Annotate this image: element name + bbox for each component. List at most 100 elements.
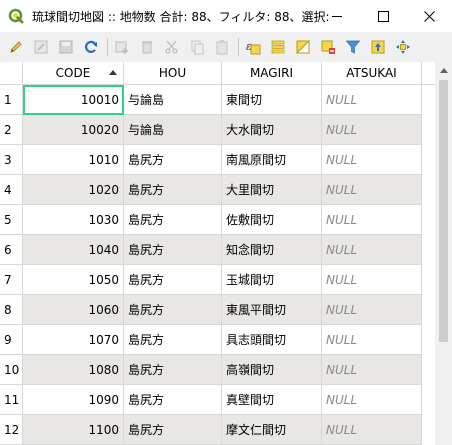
- cell-hou[interactable]: 島尻方: [124, 175, 222, 205]
- row-number[interactable]: 1: [0, 85, 23, 115]
- table-row[interactable]: 7 1050 島尻方 玉城間切 NULL: [0, 265, 452, 295]
- cell-code[interactable]: 1040: [23, 235, 124, 265]
- cell-hou[interactable]: 与論島: [124, 115, 222, 145]
- row-number[interactable]: 11: [0, 385, 23, 415]
- cell-magiri[interactable]: 真壁間切: [222, 385, 322, 415]
- cell-magiri[interactable]: 東間切: [222, 85, 322, 115]
- column-header-atsukai[interactable]: ATSUKAI: [322, 62, 422, 84]
- cell-magiri[interactable]: 大里間切: [222, 175, 322, 205]
- invert-selection-button[interactable]: [293, 37, 313, 57]
- table-row[interactable]: 10 1080 島尻方 高嶺間切 NULL: [0, 355, 452, 385]
- cell-hou[interactable]: 与論島: [124, 85, 222, 115]
- cell-code[interactable]: 1090: [23, 385, 124, 415]
- row-number[interactable]: 8: [0, 295, 23, 325]
- row-number[interactable]: 7: [0, 265, 23, 295]
- cell-hou[interactable]: 島尻方: [124, 235, 222, 265]
- cell-magiri[interactable]: 佐敷間切: [222, 205, 322, 235]
- cell-hou[interactable]: 島尻方: [124, 145, 222, 175]
- reload-button[interactable]: [81, 37, 101, 57]
- row-number[interactable]: 2: [0, 115, 23, 145]
- move-selection-to-top-button[interactable]: [368, 37, 388, 57]
- cell-code[interactable]: 10010: [23, 85, 124, 115]
- maximize-button[interactable]: [360, 0, 406, 32]
- save-edits-button[interactable]: [56, 37, 76, 57]
- cell-atsukai[interactable]: NULL: [322, 175, 422, 205]
- table-row[interactable]: 4 1020 島尻方 大里間切 NULL: [0, 175, 452, 205]
- row-number[interactable]: 6: [0, 235, 23, 265]
- delete-feature-button[interactable]: [137, 37, 157, 57]
- cell-magiri[interactable]: 摩文仁間切: [222, 415, 322, 445]
- cell-hou[interactable]: 島尻方: [124, 385, 222, 415]
- cell-hou[interactable]: 島尻方: [124, 205, 222, 235]
- minimize-button[interactable]: [314, 0, 360, 32]
- cell-hou[interactable]: 島尻方: [124, 295, 222, 325]
- cell-magiri[interactable]: 知念間切: [222, 235, 322, 265]
- cell-atsukai[interactable]: NULL: [322, 325, 422, 355]
- title-bar[interactable]: 琉球間切地図 :: 地物数 合計: 88、フィルタ: 88、選択: 0: [0, 0, 452, 32]
- cell-hou[interactable]: 島尻方: [124, 265, 222, 295]
- cell-code[interactable]: 1070: [23, 325, 124, 355]
- row-number[interactable]: 4: [0, 175, 23, 205]
- cell-code[interactable]: 1020: [23, 175, 124, 205]
- attribute-table[interactable]: CODE HOU MAGIRI ATSUKAI 1 10010 与論島 東間切 …: [0, 62, 452, 445]
- add-feature-button[interactable]: [112, 37, 132, 57]
- cell-magiri[interactable]: 大水間切: [222, 115, 322, 145]
- cell-hou[interactable]: 島尻方: [124, 355, 222, 385]
- table-row[interactable]: 11 1090 島尻方 真壁間切 NULL: [0, 385, 452, 415]
- deselect-all-button[interactable]: [318, 37, 338, 57]
- cell-magiri[interactable]: 高嶺間切: [222, 355, 322, 385]
- pan-to-selection-button[interactable]: [393, 37, 413, 57]
- column-header-code[interactable]: CODE: [23, 62, 124, 84]
- column-header-magiri[interactable]: MAGIRI: [222, 62, 322, 84]
- corner-header[interactable]: [0, 62, 23, 84]
- table-row[interactable]: 12 1100 島尻方 摩文仁間切 NULL: [0, 415, 452, 445]
- paste-button[interactable]: [212, 37, 232, 57]
- table-row[interactable]: 5 1030 島尻方 佐敷間切 NULL: [0, 205, 452, 235]
- select-by-expression-button[interactable]: ε: [243, 37, 263, 57]
- cell-hou[interactable]: 島尻方: [124, 325, 222, 355]
- filter-button[interactable]: [343, 37, 363, 57]
- cell-atsukai[interactable]: NULL: [322, 235, 422, 265]
- cell-code[interactable]: 1100: [23, 415, 124, 445]
- cell-code[interactable]: 1050: [23, 265, 124, 295]
- table-row[interactable]: 3 1010 島尻方 南風原間切 NULL: [0, 145, 452, 175]
- cell-code[interactable]: 1010: [23, 145, 124, 175]
- cell-atsukai[interactable]: NULL: [322, 385, 422, 415]
- row-number[interactable]: 12: [0, 415, 23, 445]
- table-row[interactable]: 9 1070 島尻方 具志頭間切 NULL: [0, 325, 452, 355]
- cell-code[interactable]: 1080: [23, 355, 124, 385]
- close-button[interactable]: [406, 0, 452, 32]
- column-header-hou[interactable]: HOU: [124, 62, 222, 84]
- cell-atsukai[interactable]: NULL: [322, 205, 422, 235]
- cell-magiri[interactable]: 東風平間切: [222, 295, 322, 325]
- cell-magiri[interactable]: 玉城間切: [222, 265, 322, 295]
- multi-edit-button[interactable]: [31, 37, 51, 57]
- scrollbar-thumb[interactable]: [439, 80, 448, 342]
- cell-atsukai[interactable]: NULL: [322, 85, 422, 115]
- table-row[interactable]: 2 10020 与論島 大水間切 NULL: [0, 115, 452, 145]
- cell-atsukai[interactable]: NULL: [322, 295, 422, 325]
- row-number[interactable]: 10: [0, 355, 23, 385]
- row-number[interactable]: 9: [0, 325, 23, 355]
- cell-atsukai[interactable]: NULL: [322, 265, 422, 295]
- copy-button[interactable]: [187, 37, 207, 57]
- scroll-up-button[interactable]: [435, 62, 452, 79]
- cell-atsukai[interactable]: NULL: [322, 415, 422, 445]
- cell-atsukai[interactable]: NULL: [322, 145, 422, 175]
- select-all-button[interactable]: [268, 37, 288, 57]
- cell-magiri[interactable]: 南風原間切: [222, 145, 322, 175]
- cut-button[interactable]: [162, 37, 182, 57]
- table-row[interactable]: 8 1060 島尻方 東風平間切 NULL: [0, 295, 452, 325]
- cell-atsukai[interactable]: NULL: [322, 355, 422, 385]
- vertical-scrollbar[interactable]: [435, 62, 452, 445]
- table-row[interactable]: 6 1040 島尻方 知念間切 NULL: [0, 235, 452, 265]
- table-row[interactable]: 1 10010 与論島 東間切 NULL: [0, 85, 452, 115]
- cell-atsukai[interactable]: NULL: [322, 115, 422, 145]
- cell-hou[interactable]: 島尻方: [124, 415, 222, 445]
- cell-magiri[interactable]: 具志頭間切: [222, 325, 322, 355]
- row-number[interactable]: 3: [0, 145, 23, 175]
- cell-code[interactable]: 10020: [23, 115, 124, 145]
- toggle-editing-button[interactable]: [6, 37, 26, 57]
- cell-code[interactable]: 1030: [23, 205, 124, 235]
- cell-code[interactable]: 1060: [23, 295, 124, 325]
